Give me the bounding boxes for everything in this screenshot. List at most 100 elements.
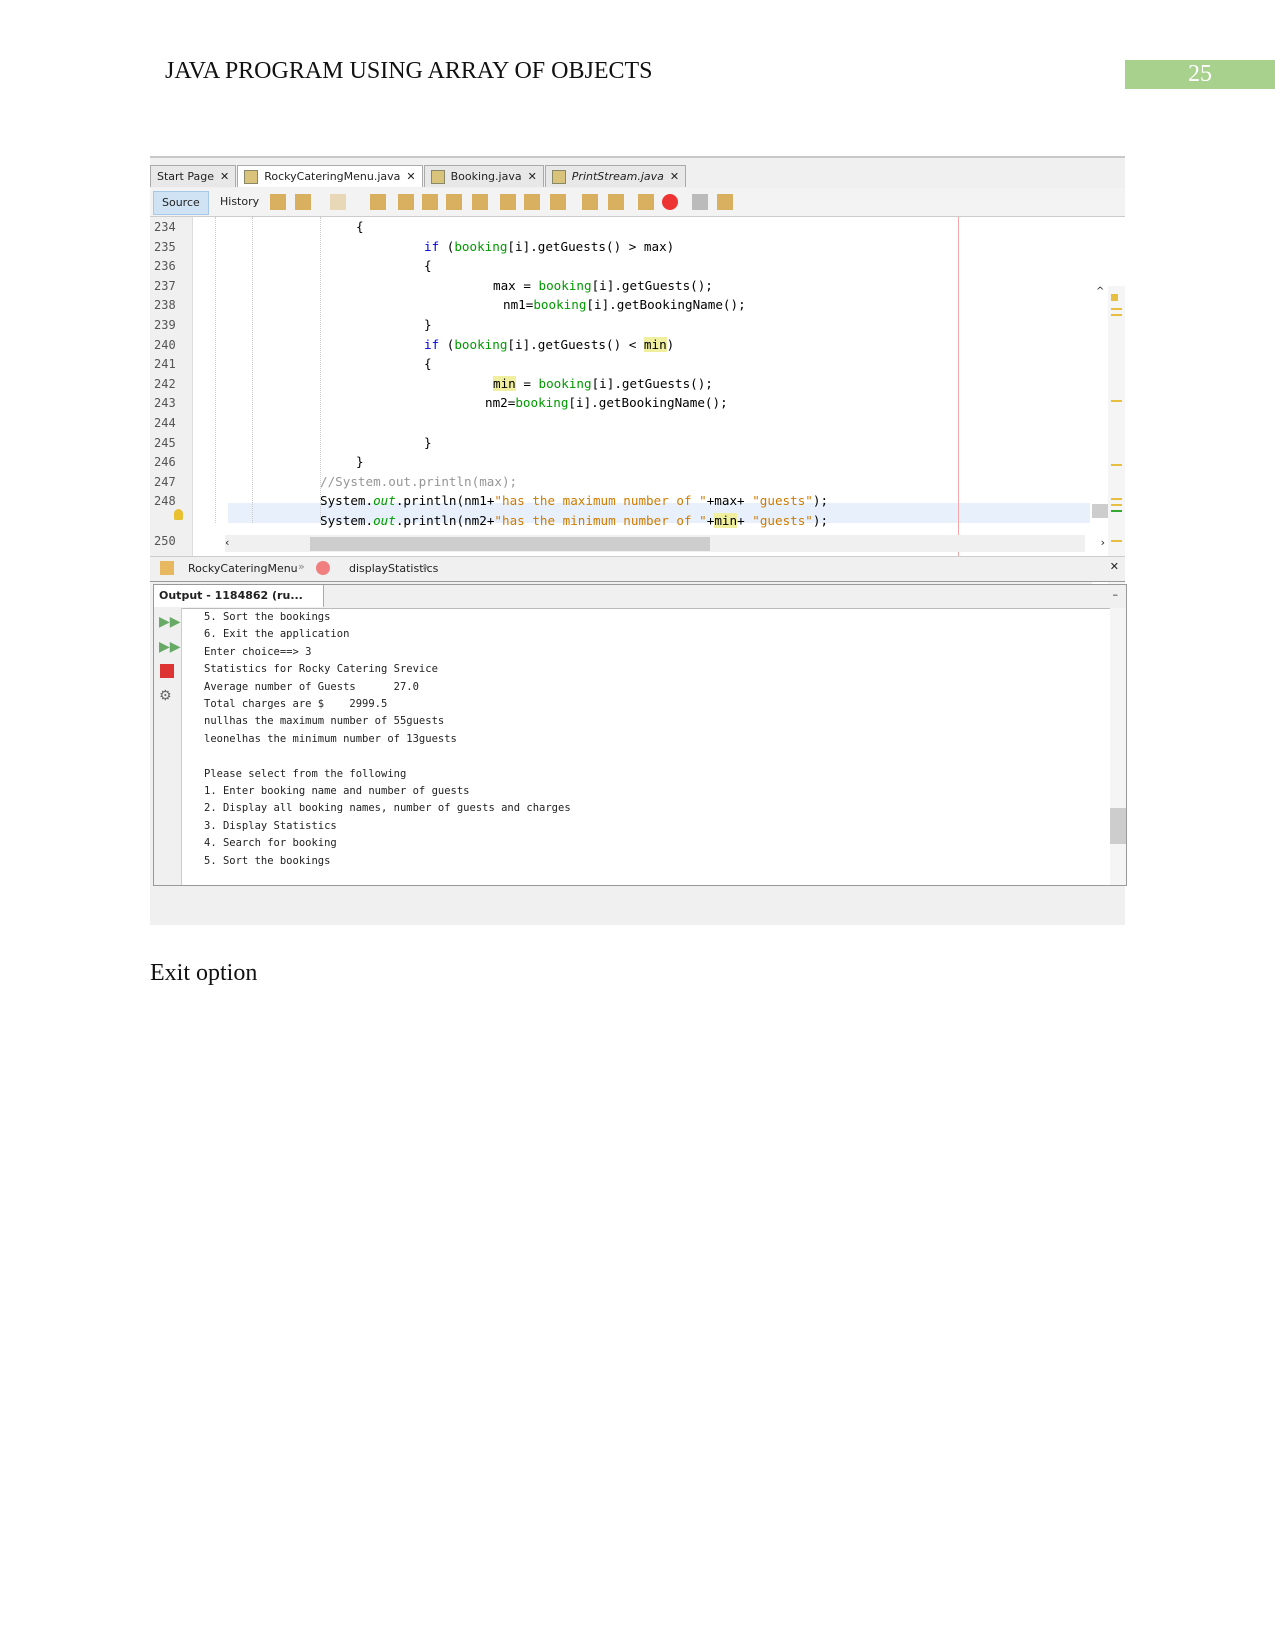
toolbar-icon[interactable]: [370, 194, 386, 210]
code-token: [i].getBookingName();: [568, 395, 728, 411]
toolbar-icon[interactable]: [500, 194, 516, 210]
toolbar-icon[interactable]: [524, 194, 540, 210]
output-line: leonelhas the minimum number of 13guests: [204, 732, 457, 745]
marker: [1111, 498, 1122, 500]
code-token: "guests": [752, 513, 813, 528]
close-icon[interactable]: ✕: [1110, 560, 1119, 573]
code-token: System.: [320, 493, 374, 509]
toolbar-icon[interactable]: [270, 194, 286, 210]
output-line: Average number of Guests 27.0: [204, 680, 419, 693]
tab-3[interactable]: PrintStream.java ✕: [544, 165, 687, 187]
output-line: Enter choice==> 3: [204, 645, 312, 658]
marker: [1111, 510, 1122, 512]
toolbar-icon[interactable]: [692, 194, 708, 210]
code-token: }: [424, 317, 432, 332]
code-token: {: [356, 219, 364, 234]
output-line: 5. Sort the bookings: [204, 611, 331, 623]
toolbar-icon[interactable]: [295, 194, 311, 210]
history-button[interactable]: History: [220, 191, 259, 213]
toolbar-icon[interactable]: [398, 194, 414, 210]
rerun-debug-icon[interactable]: ▶▶: [159, 639, 181, 655]
line-number: 250: [154, 533, 176, 548]
code-line: {: [356, 219, 364, 234]
output-line: 4. Search for booking: [204, 837, 337, 850]
toolbar-icon[interactable]: [662, 194, 678, 210]
output-scrollbar[interactable]: [1110, 608, 1126, 885]
toolbar-icon[interactable]: [422, 194, 438, 210]
output-line: 1. Enter booking name and number of gues…: [204, 785, 470, 797]
status-bar: [150, 917, 1125, 925]
code-editor[interactable]: 234 235 236 237 238 239 240 241 242 243 244 245 246 2…: [150, 217, 1125, 631]
code-token: booking: [454, 238, 508, 254]
line-number: 248: [154, 494, 176, 509]
toolbar-icon[interactable]: [446, 194, 462, 210]
code-line: System.out.println(nm1+"has the maximum …: [320, 493, 828, 508]
tab-1[interactable]: RockyCateringMenu.java ✕: [237, 165, 423, 187]
scroll-thumb[interactable]: [1110, 808, 1126, 844]
line-number: 238: [154, 298, 176, 313]
rerun-icon[interactable]: ▶▶: [159, 614, 181, 630]
toolbar-icon[interactable]: [550, 194, 566, 210]
line-number: 239: [154, 318, 176, 332]
editor-tabs: Start Page ✕ RockyCateringMenu.java ✕ Bookin…: [150, 165, 687, 187]
settings-icon[interactable]: ⚙: [159, 688, 172, 704]
code-line: min = booking[i].getGuests();: [493, 375, 713, 391]
scroll-right-icon[interactable]: ›: [1101, 536, 1105, 549]
toolbar-icon[interactable]: [582, 194, 598, 210]
line-number: 234: [154, 220, 176, 234]
line-number: 244: [154, 416, 176, 430]
code-token: System.: [320, 513, 374, 528]
code-line: }: [356, 454, 364, 469]
line-number: 240: [154, 337, 176, 352]
code-token: =: [515, 375, 539, 391]
top-strip: [150, 148, 1125, 158]
code-line: max = booking[i].getGuests();: [493, 278, 713, 293]
ide-screenshot: Start Page ✕ RockyCateringMenu.java ✕ Bookin…: [150, 148, 1127, 925]
tab-2[interactable]: Booking.java ✕: [423, 165, 544, 187]
code-token: {: [424, 258, 432, 274]
scroll-left-icon[interactable]: ‹: [225, 536, 229, 549]
code-token: +max+: [706, 493, 753, 509]
indent-guide: [320, 217, 321, 523]
toolbar-icon[interactable]: [717, 194, 733, 210]
code-token: [i].getBookingName();: [586, 297, 746, 313]
output-line: 2. Display all booking names, number of …: [204, 802, 571, 815]
breadcrumb-class[interactable]: RockyCateringMenu: [188, 562, 298, 575]
code-token: );: [812, 513, 829, 528]
toolbar-icon[interactable]: [638, 194, 654, 210]
scroll-up-icon[interactable]: ^: [1096, 286, 1104, 297]
java-file-icon: [551, 169, 566, 184]
horizontal-scrollbar[interactable]: ‹ ›: [225, 535, 1105, 552]
marker: [1111, 308, 1122, 310]
output-line: Please select from the following: [204, 767, 407, 780]
toolbar-icon[interactable]: [608, 194, 624, 210]
code-token: .println(nm2+: [395, 513, 495, 528]
code-token: out: [373, 513, 396, 528]
tab-0[interactable]: Start Page ✕: [150, 165, 237, 187]
tab-label: RockyCateringMenu.java: [264, 170, 401, 183]
close-icon[interactable]: ✕: [670, 166, 679, 187]
source-button[interactable]: Source: [153, 191, 209, 215]
scroll-thumb[interactable]: [1092, 504, 1108, 518]
close-icon[interactable]: ✕: [528, 166, 537, 187]
minimize-icon[interactable]: –: [1113, 588, 1119, 601]
code-token: if: [424, 336, 440, 352]
code-token: {: [424, 356, 432, 372]
close-icon[interactable]: ✕: [220, 166, 229, 187]
output-tab[interactable]: Output - 1184862 (ru... ✕: [154, 585, 324, 624]
line-number: 246: [154, 455, 176, 470]
document-page: JAVA PROGRAM USING ARRAY OF OBJECTS 25 S…: [0, 0, 1275, 1651]
code-token: if: [424, 238, 440, 254]
scroll-thumb[interactable]: [310, 537, 710, 551]
toolbar-icon[interactable]: [472, 194, 488, 210]
marker: [1111, 400, 1122, 402]
stop-icon[interactable]: [160, 664, 174, 678]
code-line: nm1=booking[i].getBookingName();: [503, 297, 746, 312]
code-token: booking: [454, 336, 508, 352]
toolbar-icon[interactable]: [330, 194, 346, 210]
line-number: 237: [154, 278, 176, 293]
output-line: nullhas the maximum number of 55guests: [204, 715, 445, 728]
hint-bulb-icon[interactable]: [174, 509, 183, 520]
code-token: booking: [538, 277, 592, 293]
close-icon[interactable]: ✕: [406, 166, 415, 187]
